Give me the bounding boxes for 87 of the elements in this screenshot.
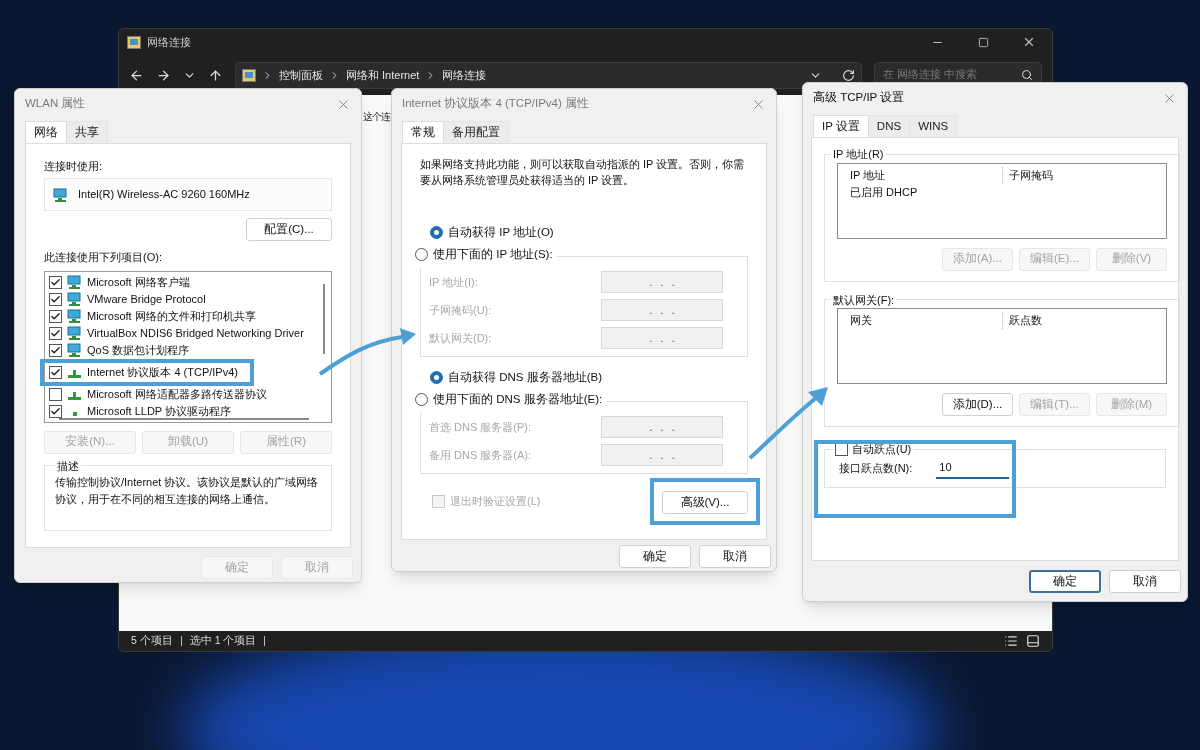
scrollbar[interactable]	[59, 417, 309, 420]
list-item[interactable]: Microsoft 网络客户端	[87, 273, 190, 291]
folder-icon	[127, 35, 141, 49]
breadcrumb[interactable]: 控制面板	[279, 66, 323, 84]
address-bar[interactable]: 控制面板 网络和 Internet 网络连接	[235, 61, 862, 89]
tiles-view-icon[interactable]	[1026, 634, 1040, 648]
breadcrumb[interactable]: 网络和 Internet	[346, 66, 420, 84]
adapter-name: Intel(R) Wireless-AC 9260 160MHz	[78, 187, 250, 203]
list-cell-text: 已启用 DHCP	[849, 185, 919, 201]
check-icon	[50, 276, 61, 288]
list-box[interactable]: IP 地址 子网掩码 已启用 DHCP	[837, 162, 1167, 239]
list-item[interactable]: Internet 协议版本 4 (TCP/IPv4)	[87, 363, 238, 381]
computer-icon	[67, 275, 82, 289]
field-label: IP 地址(I):	[429, 274, 478, 290]
up-icon[interactable]	[208, 67, 223, 83]
check-icon	[50, 344, 61, 356]
forward-icon[interactable]	[156, 67, 171, 83]
status-text: 5 个项目	[131, 633, 173, 649]
list-item[interactable]: VMware Bridge Protocol	[87, 290, 206, 308]
column-header[interactable]: 子网掩码	[1002, 166, 1160, 184]
checkbox[interactable]	[49, 326, 62, 340]
tab[interactable]: 共享	[67, 121, 108, 143]
auto-metric-checkbox[interactable]: 自动跃点(U)	[835, 441, 912, 458]
tab[interactable]: IP 设置	[813, 115, 869, 137]
group-label: 默认网关(F):	[832, 292, 896, 308]
search-icon[interactable]	[1021, 69, 1033, 81]
computer-icon	[67, 309, 82, 323]
breadcrumb[interactable]: 网络连接	[442, 66, 487, 84]
checkbox[interactable]	[49, 292, 62, 306]
list-box[interactable]: 网关 跃点数	[837, 308, 1167, 384]
window-title: 网络连接	[147, 34, 191, 50]
list-item[interactable]: Microsoft 网络适配器多路传送器协议	[87, 385, 267, 403]
toolbar-text: 这个连	[363, 110, 390, 124]
list-action-button[interactable]: 添加(D)...	[942, 393, 1013, 416]
tab[interactable]: DNS	[868, 115, 911, 137]
tab[interactable]: 网络	[25, 121, 67, 143]
list-item[interactable]: Microsoft 网络的文件和打印机共享	[87, 307, 256, 325]
checkbox[interactable]	[49, 365, 62, 379]
group-label: IP 地址(R)	[832, 147, 885, 162]
field-label: 默认网关(D):	[429, 330, 492, 346]
status-text: 选中 1 个项目	[189, 633, 257, 649]
dialog-button[interactable]: 取消	[1109, 570, 1181, 593]
dialog-title: WLAN 属性	[25, 96, 86, 112]
check-icon	[50, 366, 61, 378]
checkbox[interactable]	[49, 275, 62, 289]
configure-button[interactable]: 配置(C)...	[246, 218, 332, 241]
list-item[interactable]: VirtualBox NDIS6 Bridged Networking Driver	[87, 324, 304, 342]
dialog-title: 高级 TCP/IP 设置	[813, 90, 905, 106]
section-label: 连接时使用:	[44, 159, 104, 174]
dialog-button[interactable]: 确定	[1029, 570, 1101, 593]
column-header[interactable]: 跃点数	[1002, 312, 1160, 329]
section-label: 此连接使用下列项目(O):	[44, 250, 163, 265]
tab[interactable]: WINS	[910, 115, 958, 137]
back-icon[interactable]	[129, 67, 144, 83]
checkbox[interactable]	[49, 404, 62, 418]
column-header[interactable]: IP 地址	[844, 166, 1002, 184]
list-item[interactable]: QoS 数据包计划程序	[87, 341, 190, 359]
check-icon	[50, 310, 61, 322]
dialog-title: Internet 协议版本 4 (TCP/IPv4) 属性	[402, 96, 590, 112]
computer-icon	[67, 343, 82, 357]
computer-icon	[67, 326, 82, 340]
computer-icon	[67, 292, 82, 306]
field-label: 子网掩码(U):	[429, 302, 492, 318]
control-panel-icon	[242, 68, 256, 82]
field-label: 接口跃点数(N):	[839, 460, 913, 476]
scrollbar[interactable]	[323, 283, 325, 354]
group-label: 描述	[56, 458, 80, 474]
column-header[interactable]: 网关	[844, 312, 1002, 329]
advanced-button[interactable]: 高级(V)...	[662, 491, 748, 515]
checkbox[interactable]	[49, 309, 62, 323]
description-text: 传输控制协议/Internet 协议。该协议是默认的广域网络协议，用于在不同的相互连接的网络上通信。	[55, 475, 320, 507]
check-icon	[50, 327, 61, 339]
check-icon	[50, 293, 61, 305]
tab[interactable]: 常规	[402, 121, 444, 143]
tab[interactable]: 备用配置	[444, 121, 509, 143]
checkbox[interactable]	[49, 343, 62, 357]
checkbox[interactable]	[49, 387, 62, 401]
intro-text: 如果网络支持此功能，则可以获取自动指派的 IP 设置。否则，你需要从网络系统管理员处获得适当的 IP 设置。	[420, 157, 746, 188]
field-label: 首选 DNS 服务器(P):	[429, 419, 532, 435]
dialog-button[interactable]: 取消	[699, 545, 771, 568]
refresh-icon[interactable]	[842, 68, 855, 82]
list-item[interactable]: Microsoft LLDP 协议驱动程序	[87, 402, 232, 420]
check-icon	[50, 405, 61, 417]
field-label: 备用 DNS 服务器(A):	[429, 447, 532, 463]
computer-icon	[53, 187, 68, 202]
dialog-button[interactable]: 确定	[619, 545, 691, 568]
details-view-icon[interactable]	[1004, 634, 1018, 648]
